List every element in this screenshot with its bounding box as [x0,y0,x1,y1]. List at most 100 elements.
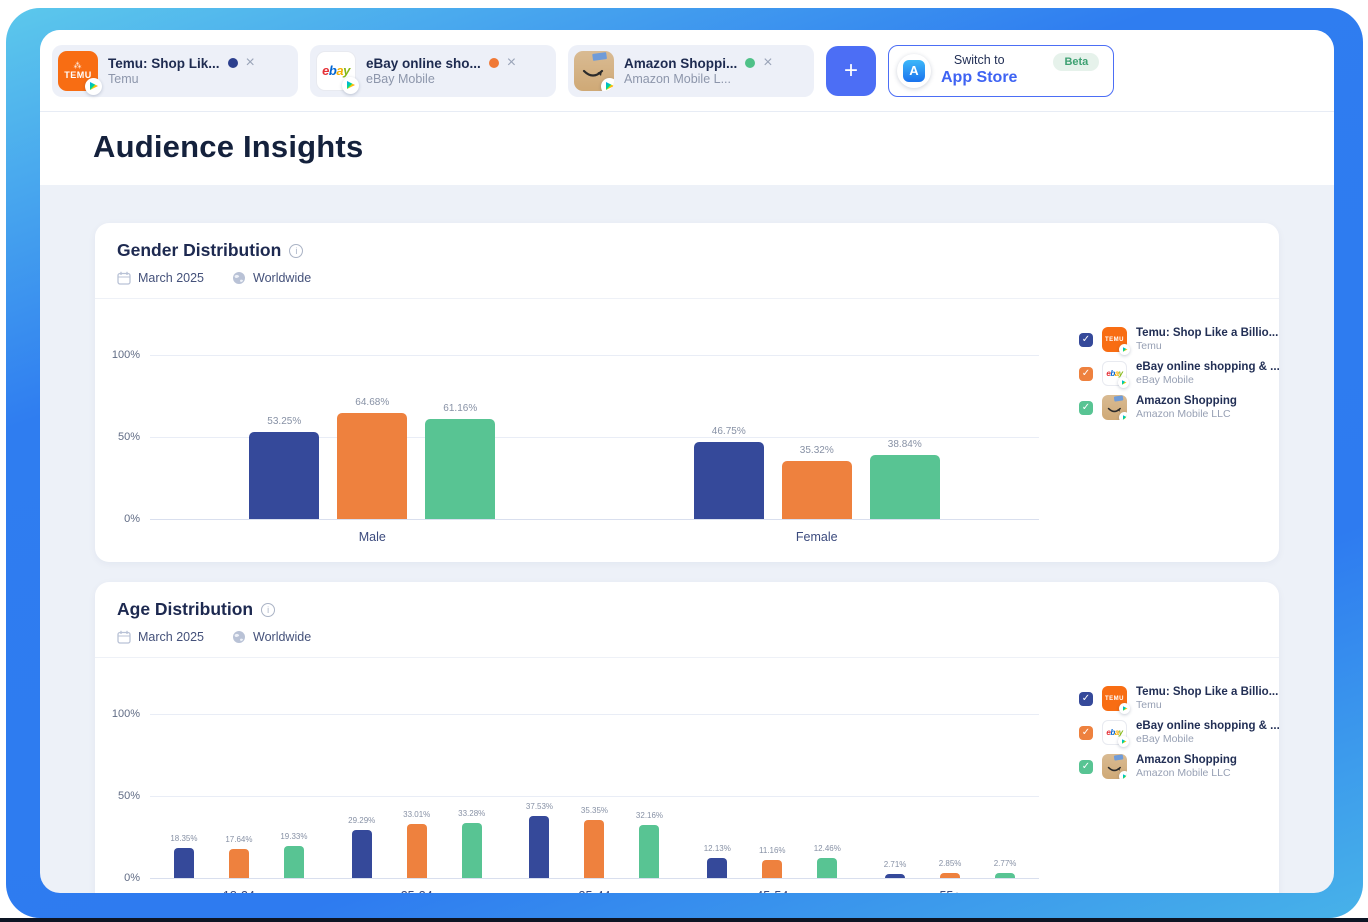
checkbox-temu[interactable]: ✓ [1079,692,1093,706]
bar-value-label: 35.32% [800,445,834,456]
bar[interactable]: 33.28% [462,823,482,878]
bar[interactable]: 53.25% [249,432,319,519]
bar[interactable]: 33.01% [407,824,427,878]
close-icon[interactable]: × [246,55,255,71]
bar[interactable]: 2.77% [995,873,1015,878]
app-store-icon: A [897,54,931,88]
bar-value-label: 33.28% [458,809,485,818]
temu-app-icon: TEMU [1102,327,1127,352]
age-distribution-card: Age Distribution i March 2025 [95,582,1279,893]
region-value: Worldwide [253,630,311,644]
google-play-badge-icon [1118,736,1129,747]
calendar-icon [117,630,131,644]
region-filter[interactable]: Worldwide [232,630,311,644]
bar[interactable]: 2.85% [940,873,960,878]
x-axis-label: 18-24 [150,889,328,893]
chart-legend: ✓ TEMU Temu: Shop Like a Billio... Temu … [1079,684,1279,893]
checkbox-ebay[interactable]: ✓ [1079,726,1093,740]
bar-value-label: 19.33% [280,832,307,841]
bar[interactable]: 19.33% [284,846,304,878]
info-icon[interactable]: i [289,244,303,258]
bar[interactable]: 37.53% [529,816,549,878]
series-color-dot [489,58,499,68]
app-window: ⁂ TEMU Temu: Shop Lik... × Temu ebay [40,30,1334,893]
bar-group-25-34: 29.29% 33.01% 33.28% [328,714,506,878]
bar-value-label: 29.29% [348,816,375,825]
bar[interactable]: 2.71% [885,874,905,878]
bar-value-label: 35.35% [581,806,608,815]
bar-value-label: 2.77% [994,859,1017,868]
x-axis-label: 35-44 [506,889,684,893]
tab-subtitle: eBay Mobile [366,72,546,86]
app-tab-ebay[interactable]: ebay eBay online sho... × eBay Mobile [310,45,556,97]
bar[interactable]: 61.16% [425,419,495,519]
google-play-badge-icon [1118,377,1129,388]
bar-group-45-54: 12.13% 11.16% 12.46% [683,714,861,878]
page-header: Audience Insights [40,112,1334,185]
checkbox-amazon[interactable]: ✓ [1079,401,1093,415]
x-axis-label: 25-34 [328,889,506,893]
bar[interactable]: 32.16% [639,825,659,878]
bar[interactable]: 18.35% [174,848,194,878]
info-icon[interactable]: i [261,603,275,617]
google-play-badge-icon [85,78,102,95]
bar[interactable]: 35.32% [782,461,852,519]
ebay-app-icon: ebay [1102,361,1127,386]
globe-icon [232,271,246,285]
app-tab-temu[interactable]: ⁂ TEMU Temu: Shop Lik... × Temu [52,45,298,97]
bar-group-55+: 2.71% 2.85% 2.77% [861,714,1039,878]
card-title: Age Distribution [117,599,253,620]
legend-item-amazon[interactable]: ✓ Amazon Shopping Amazon Mobile LLC [1079,754,1279,779]
legend-item-temu[interactable]: ✓ TEMU Temu: Shop Like a Billio... Temu [1079,686,1279,711]
bar[interactable]: 38.84% [870,455,940,519]
bar-group-Male: 53.25% 64.68% 61.16% [150,355,595,519]
tab-subtitle: Amazon Mobile L... [624,72,804,86]
app-tab-amazon[interactable]: Amazon Shoppi... × Amazon Mobile L... [568,45,814,97]
legend-item-amazon[interactable]: ✓ Amazon Shopping Amazon Mobile LLC [1079,395,1279,420]
bar[interactable]: 29.29% [352,830,372,878]
y-axis-tick: 50% [118,431,140,443]
period-filter[interactable]: March 2025 [117,271,204,285]
legend-item-temu[interactable]: ✓ TEMU Temu: Shop Like a Billio... Temu [1079,327,1279,352]
ebay-app-icon: ebay [316,51,356,91]
bar[interactable]: 12.46% [817,858,837,878]
bar-value-label: 46.75% [712,426,746,437]
bar-value-label: 33.01% [403,810,430,819]
bar[interactable]: 11.16% [762,860,782,878]
x-axis-label: 55+ [861,889,1039,893]
close-icon[interactable]: × [763,55,772,71]
bar-group-18-24: 18.35% 17.64% 19.33% [150,714,328,878]
google-play-badge-icon [1119,344,1130,355]
region-filter[interactable]: Worldwide [232,271,311,285]
switch-to-app-store-button[interactable]: A Switch to App Store Beta [888,45,1114,97]
y-axis-tick: 100% [112,349,140,361]
amazon-app-icon [574,51,614,91]
bar[interactable]: 12.13% [707,858,727,878]
switch-label-line1: Switch to [941,53,1017,69]
ebay-app-icon: ebay [1102,720,1127,745]
bar[interactable]: 17.64% [229,849,249,878]
period-filter[interactable]: March 2025 [117,630,204,644]
tab-title: Temu: Shop Lik... [108,56,220,71]
bar[interactable]: 64.68% [337,413,407,519]
checkbox-amazon[interactable]: ✓ [1079,760,1093,774]
checkbox-ebay[interactable]: ✓ [1079,367,1093,381]
main-content: Gender Distribution i March 2025 [40,185,1334,893]
bar[interactable]: 35.35% [584,820,604,878]
bar-value-label: 12.46% [814,844,841,853]
close-icon[interactable]: × [507,55,516,71]
bar-value-label: 38.84% [888,439,922,450]
add-app-button[interactable]: + [826,46,876,96]
bar-value-label: 2.85% [939,859,962,868]
bar[interactable]: 46.75% [694,442,764,519]
legend-item-ebay[interactable]: ✓ ebay eBay online shopping & ... eBay M… [1079,361,1279,386]
checkbox-temu[interactable]: ✓ [1079,333,1093,347]
chart-legend: ✓ TEMU Temu: Shop Like a Billio... Temu … [1079,325,1279,544]
bottom-edge [0,918,1368,922]
period-value: March 2025 [138,630,204,644]
amazon-app-icon [1102,754,1127,779]
bar-value-label: 18.35% [170,834,197,843]
tab-subtitle: Temu [108,72,288,86]
legend-item-ebay[interactable]: ✓ ebay eBay online shopping & ... eBay M… [1079,720,1279,745]
bar-value-label: 37.53% [526,802,553,811]
